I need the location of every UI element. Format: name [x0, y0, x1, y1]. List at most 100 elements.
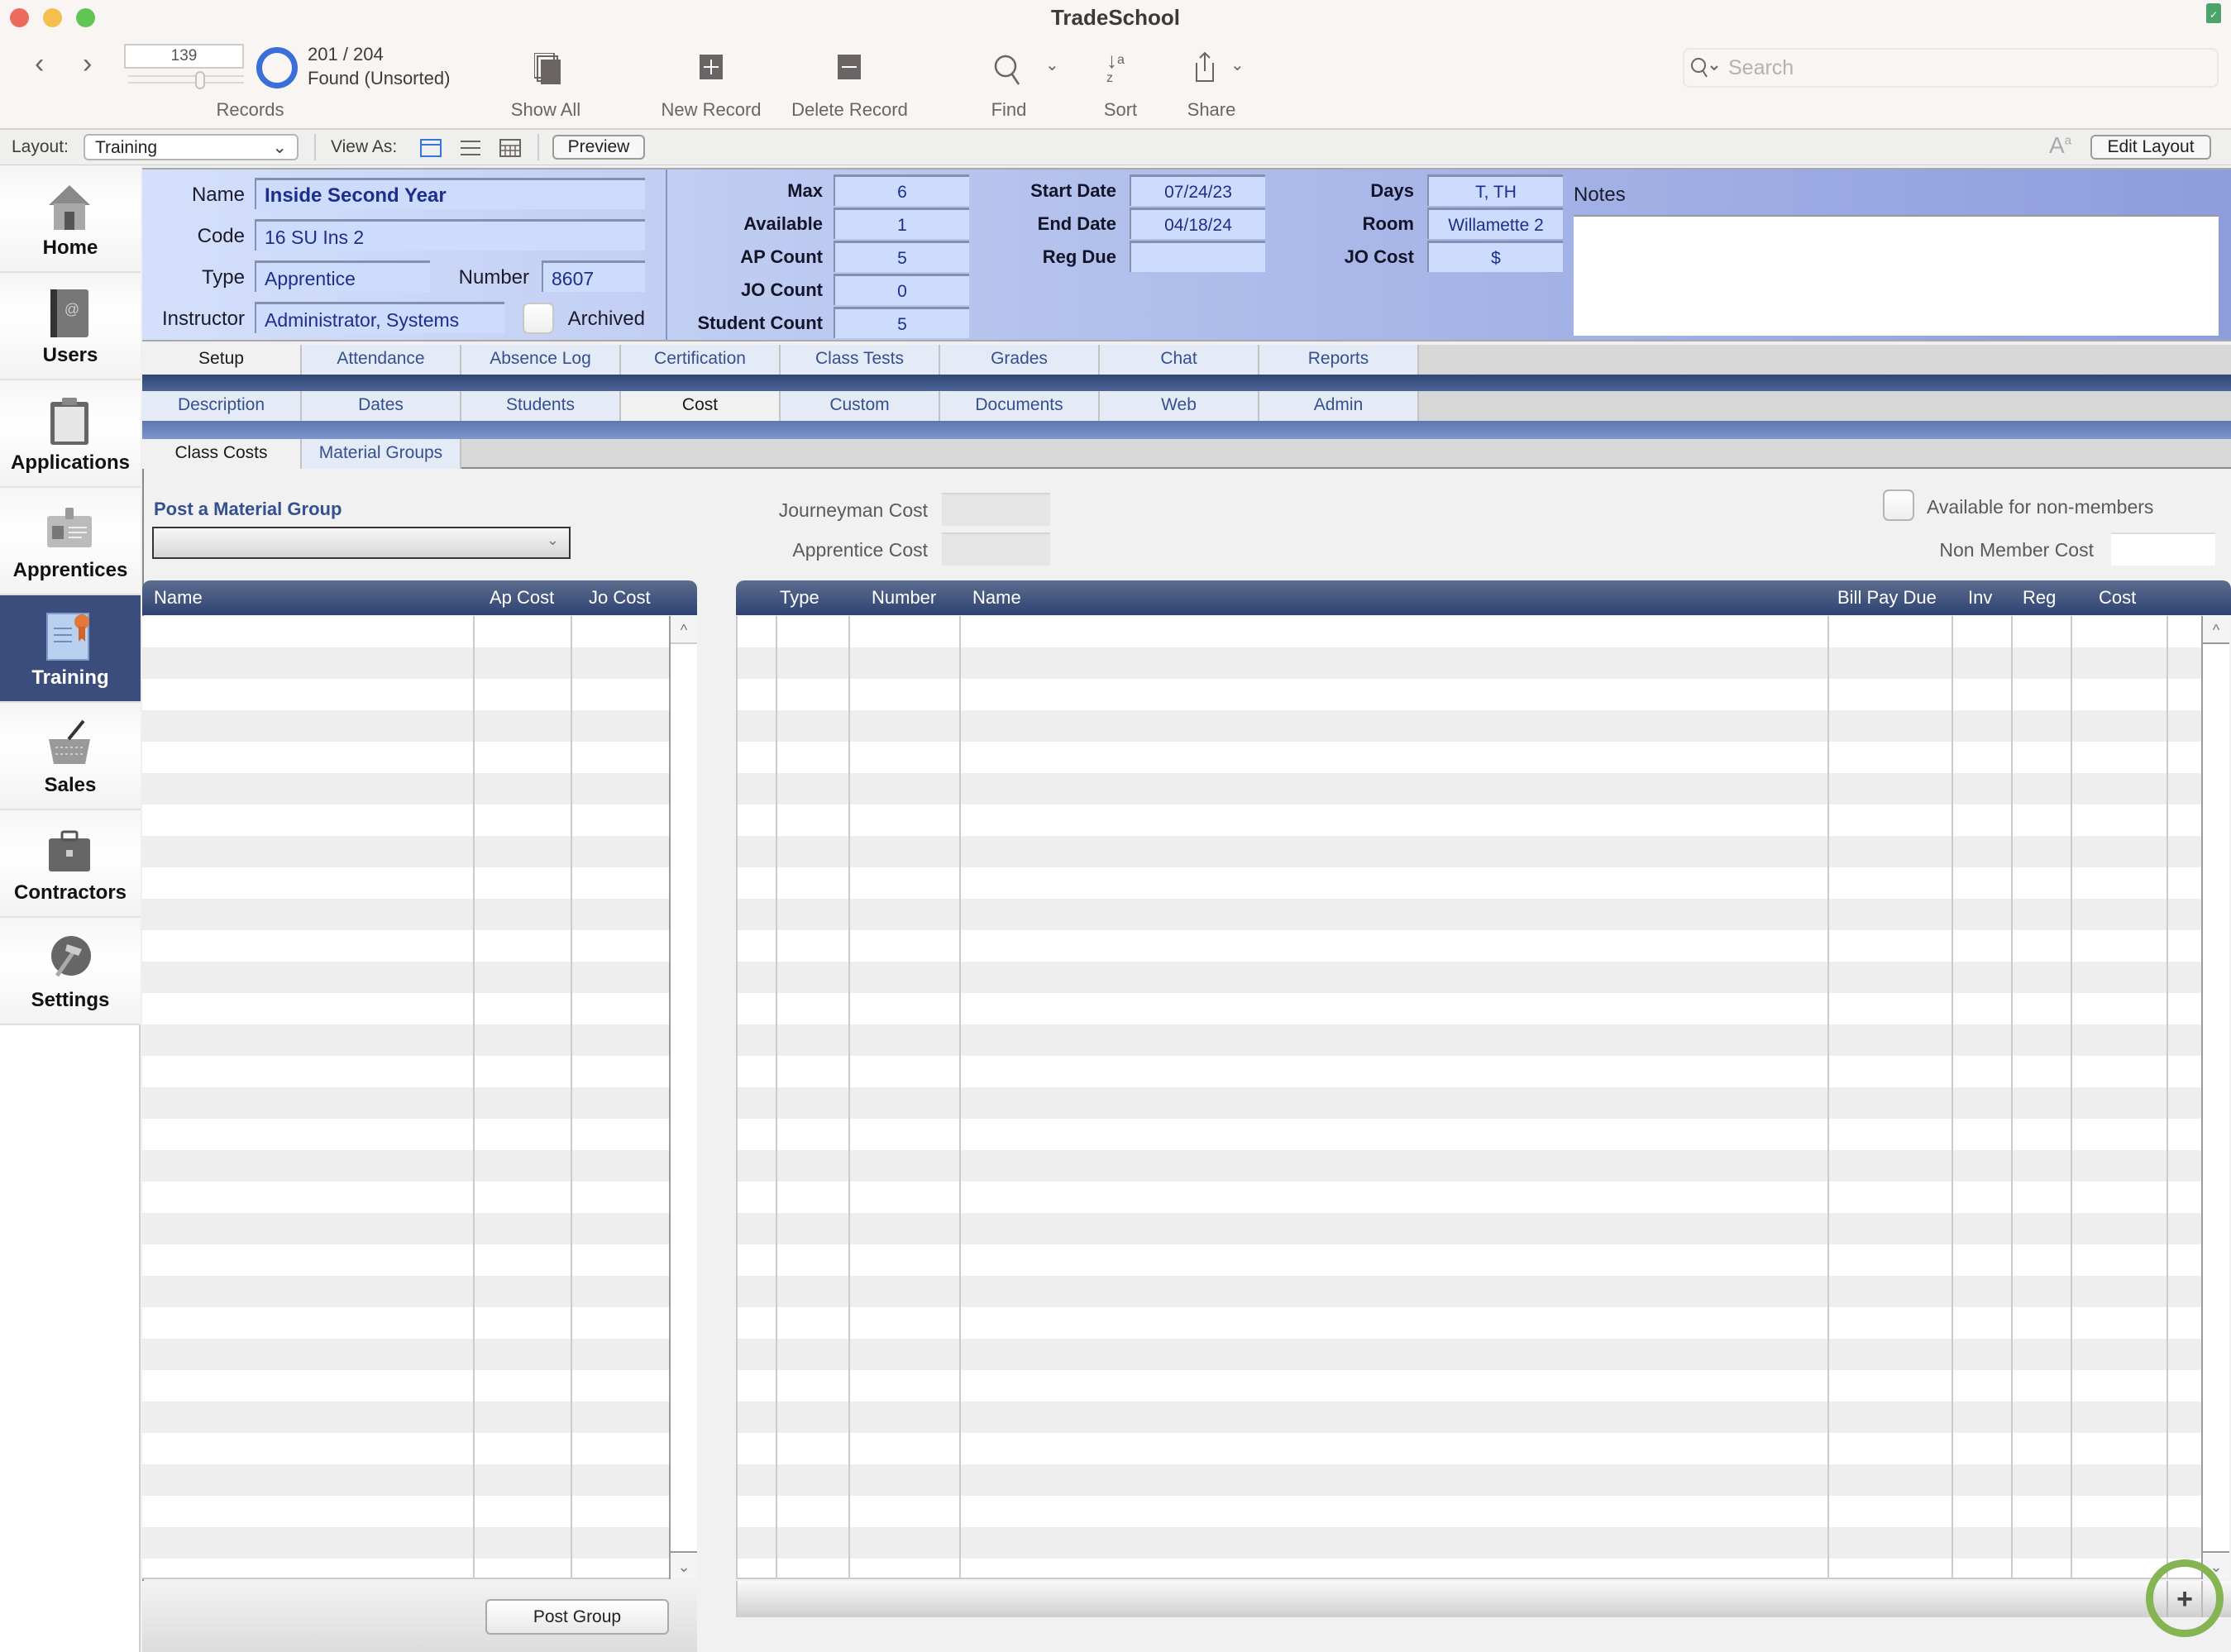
start-date-field[interactable]: 07/24/23 — [1130, 174, 1265, 206]
sidebar-item-contractors[interactable]: Contractors — [0, 810, 141, 918]
layout-select[interactable]: Training ⌄ — [84, 134, 299, 160]
tab-students[interactable]: Students — [461, 391, 621, 421]
column-divider — [2167, 616, 2168, 1579]
days-field[interactable]: T, TH — [1427, 174, 1563, 206]
class-costs-table-body — [736, 616, 2202, 1579]
ap-count-label: AP Count — [740, 246, 823, 267]
column-divider — [2011, 616, 2013, 1579]
preview-button[interactable]: Preview — [552, 135, 645, 160]
show-all-button[interactable]: Show All — [511, 50, 580, 132]
tab-custom[interactable]: Custom — [781, 391, 940, 421]
sort-button[interactable]: ↓a z Sort — [1092, 50, 1158, 132]
tab-documents[interactable]: Documents — [940, 391, 1100, 421]
max-field[interactable]: 6 — [834, 174, 969, 206]
non-member-cost-field[interactable] — [2111, 532, 2215, 566]
number-field[interactable]: 8607 — [542, 260, 645, 292]
column-divider — [571, 616, 572, 1579]
new-record-button[interactable]: New Record — [653, 50, 769, 132]
share-button[interactable]: ⌄ Share — [1182, 50, 1265, 132]
record-slider-handle[interactable] — [195, 71, 205, 89]
sidebar-item-applications[interactable]: Applications — [0, 380, 141, 488]
tab-attendance[interactable]: Attendance — [302, 345, 461, 375]
days-label: Days — [1370, 180, 1414, 201]
type-field[interactable]: Apprentice — [255, 260, 430, 292]
end-date-field[interactable]: 04/18/24 — [1130, 208, 1265, 239]
available-non-members-checkbox[interactable] — [1883, 489, 1914, 521]
column-header-reg[interactable]: Reg — [2023, 587, 2056, 609]
tab-class-costs[interactable]: Class Costs — [142, 439, 302, 469]
view-as-form-icon[interactable] — [420, 139, 442, 157]
column-header-inv[interactable]: Inv — [1968, 587, 1992, 609]
column-header-bill-pay-due[interactable]: Bill Pay Due — [1837, 587, 1937, 609]
tab-certification[interactable]: Certification — [621, 345, 781, 375]
column-header-name[interactable]: Name — [154, 587, 203, 609]
column-header-ap-cost[interactable]: Ap Cost — [490, 587, 554, 609]
edit-layout-button[interactable]: Edit Layout — [2090, 135, 2211, 160]
notes-field[interactable] — [1574, 215, 2219, 336]
tab-class-tests[interactable]: Class Tests — [781, 345, 940, 375]
tab-setup[interactable]: Setup — [142, 345, 302, 375]
column-header-cost[interactable]: Cost — [2099, 587, 2136, 609]
ap-count-field[interactable]: 5 — [834, 241, 969, 272]
find-dropdown-chevron-icon[interactable]: ⌄ — [1045, 55, 1059, 75]
found-count: 201 / 204 — [308, 44, 384, 64]
sidebar-item-home[interactable]: Home — [0, 165, 141, 273]
jo-count-field[interactable]: 0 — [834, 274, 969, 305]
sidebar-item-training[interactable]: Training — [0, 595, 141, 703]
non-member-cost-label: Non Member Cost — [1939, 539, 2094, 561]
sidebar-item-settings[interactable]: Settings — [0, 918, 141, 1025]
max-label: Max — [787, 180, 823, 201]
scroll-up-icon[interactable]: ^ — [2203, 616, 2229, 644]
briefcase-icon — [49, 830, 90, 871]
apprentice-cost-field[interactable] — [942, 532, 1050, 566]
view-as-list-icon[interactable] — [460, 139, 481, 157]
tab-description[interactable]: Description — [142, 391, 302, 421]
material-group-select[interactable]: ⌄ — [152, 527, 571, 559]
tab-chat[interactable]: Chat — [1100, 345, 1259, 375]
scroll-up-icon[interactable]: ^ — [671, 616, 697, 644]
found-status: Found (Unsorted) — [308, 68, 451, 88]
next-record-button[interactable]: › — [83, 48, 92, 80]
tab-web[interactable]: Web — [1100, 391, 1259, 421]
archived-checkbox[interactable] — [523, 303, 554, 334]
available-field[interactable]: 1 — [834, 208, 969, 239]
name-field[interactable]: Inside Second Year — [255, 178, 645, 209]
tab-cost[interactable]: Cost — [621, 391, 781, 421]
tab-admin[interactable]: Admin — [1259, 391, 1419, 421]
tab-grades[interactable]: Grades — [940, 345, 1100, 375]
lock-icon: ✓ — [2206, 3, 2221, 23]
certificate-icon — [46, 613, 89, 661]
view-as-table-icon[interactable] — [499, 139, 521, 157]
sidebar-item-users[interactable]: @ Users — [0, 273, 141, 380]
previous-record-button[interactable]: ‹ — [35, 48, 44, 80]
record-slider[interactable] — [128, 75, 244, 84]
student-count-field[interactable]: 5 — [834, 307, 969, 338]
journeyman-cost-field[interactable] — [942, 493, 1050, 526]
sidebar-item-sales[interactable]: Sales — [0, 703, 141, 810]
instructor-field[interactable]: Administrator, Systems — [255, 302, 504, 333]
column-header-number[interactable]: Number — [872, 587, 936, 609]
delete-record-button[interactable]: Delete Record — [786, 50, 914, 132]
reg-due-field[interactable] — [1130, 241, 1265, 272]
chevron-down-icon: ⌄ — [272, 138, 287, 157]
material-table-scrollbar[interactable]: ^ ⌄ — [669, 616, 697, 1579]
column-header-jo-cost[interactable]: Jo Cost — [589, 587, 651, 609]
text-size-icon[interactable]: Aa — [2049, 132, 2071, 159]
scroll-down-icon[interactable]: ⌄ — [671, 1551, 697, 1579]
find-button[interactable]: ⌄ Find — [984, 50, 1067, 132]
sidebar-item-apprentices[interactable]: Apprentices — [0, 488, 141, 595]
record-number-input[interactable]: 139 — [124, 44, 244, 69]
class-costs-table-header: Type Number Name Bill Pay Due Inv Reg Co… — [736, 580, 2231, 615]
column-header-name[interactable]: Name — [972, 587, 1021, 609]
tab-absence-log[interactable]: Absence Log — [461, 345, 621, 375]
share-dropdown-chevron-icon[interactable]: ⌄ — [1230, 55, 1244, 75]
room-field[interactable]: Willamette 2 — [1427, 208, 1563, 239]
tab-material-groups[interactable]: Material Groups — [302, 439, 461, 469]
tab-dates[interactable]: Dates — [302, 391, 461, 421]
column-header-type[interactable]: Type — [780, 587, 819, 609]
tab-reports[interactable]: Reports — [1259, 345, 1419, 375]
jo-cost-field[interactable]: $ — [1427, 241, 1563, 272]
code-field[interactable]: 16 SU Ins 2 — [255, 219, 645, 251]
post-group-button[interactable]: Post Group — [485, 1599, 669, 1635]
class-costs-scrollbar[interactable]: ^ ⌄ — [2201, 616, 2229, 1579]
